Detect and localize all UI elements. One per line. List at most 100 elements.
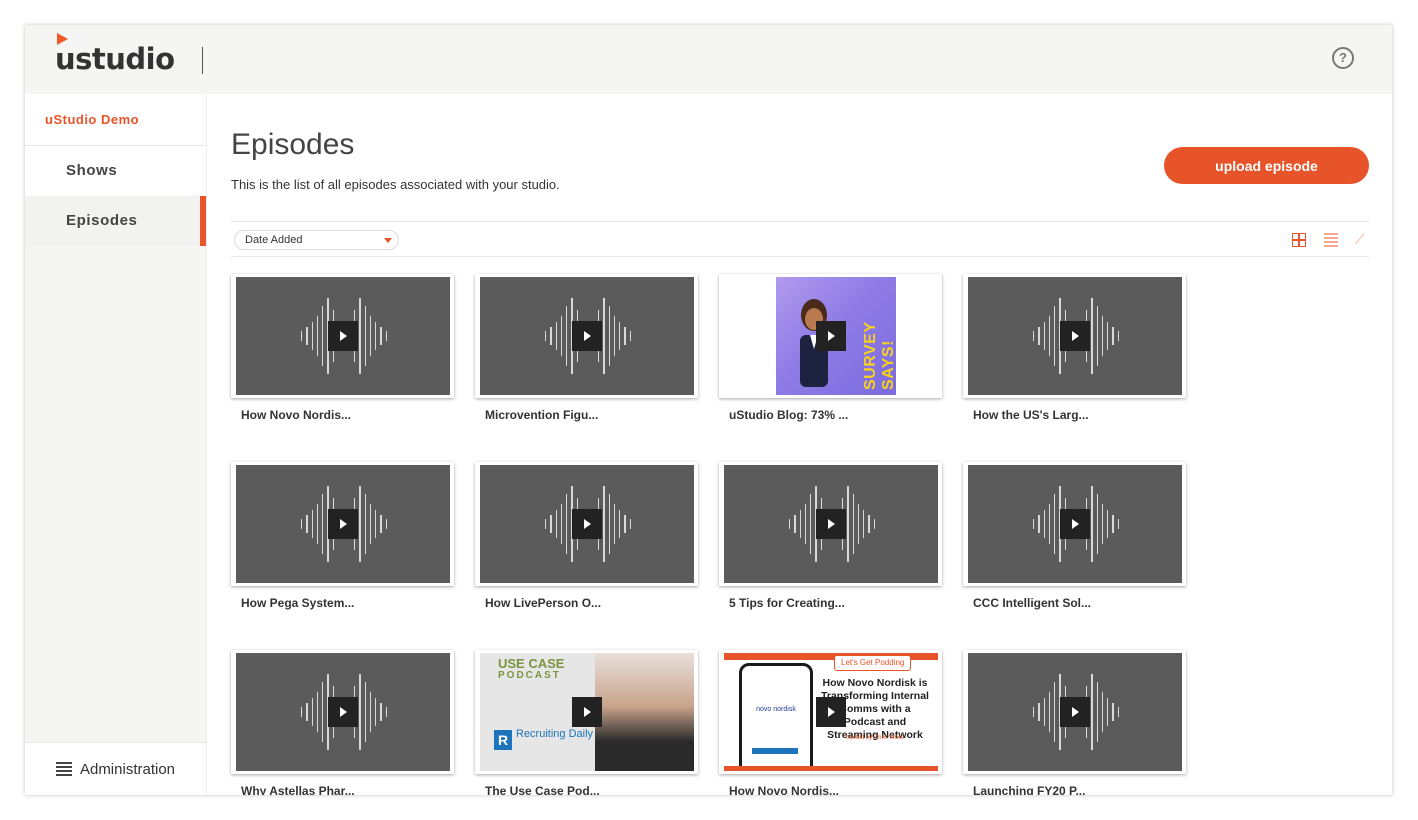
waveform-bar bbox=[1054, 306, 1056, 366]
waveform-bar bbox=[624, 515, 626, 533]
host-photo bbox=[595, 653, 694, 771]
upload-episode-button[interactable]: upload episode bbox=[1164, 147, 1369, 184]
audio-thumbnail bbox=[480, 465, 694, 583]
waveform-bar bbox=[613, 316, 616, 356]
waveform-bar bbox=[375, 322, 377, 350]
waveform-bar bbox=[603, 298, 605, 374]
waveform-bar bbox=[868, 515, 870, 533]
list-view-icon[interactable] bbox=[1324, 233, 1338, 247]
episode-card[interactable] bbox=[475, 462, 698, 586]
episode-title[interactable]: uStudio Blog: 73% ... bbox=[729, 408, 949, 422]
waveform-bar bbox=[555, 322, 557, 350]
episode-title[interactable]: Launching FY20 P... bbox=[973, 784, 1193, 795]
play-icon[interactable] bbox=[572, 697, 602, 727]
audio-thumbnail bbox=[968, 653, 1182, 771]
episode-card[interactable] bbox=[231, 650, 454, 774]
episode-card[interactable]: SURVEY SAYS! bbox=[719, 274, 942, 398]
episode-title[interactable]: The Use Case Pod... bbox=[485, 784, 705, 795]
audio-thumbnail bbox=[236, 277, 450, 395]
waveform-bar bbox=[560, 504, 563, 544]
episode-title[interactable]: How Novo Nordis... bbox=[241, 408, 461, 422]
waveform-bar bbox=[369, 692, 372, 732]
sidebar-item-shows[interactable]: Shows bbox=[25, 146, 206, 197]
waveform-bar bbox=[799, 510, 801, 538]
episode-card[interactable] bbox=[475, 274, 698, 398]
episode-title[interactable]: CCC Intelligent Sol... bbox=[973, 596, 1193, 610]
episode-card[interactable] bbox=[963, 274, 1186, 398]
waveform-bar bbox=[1054, 682, 1056, 742]
episode-title[interactable]: 5 Tips for Creating... bbox=[729, 596, 949, 610]
waveform-bar bbox=[359, 486, 361, 562]
waveform-bar bbox=[364, 306, 366, 366]
waveform-bar bbox=[1033, 519, 1035, 529]
audio-thumbnail bbox=[968, 277, 1182, 395]
play-icon[interactable] bbox=[1060, 321, 1090, 351]
audio-thumbnail bbox=[724, 465, 938, 583]
phone-button bbox=[752, 748, 798, 754]
waveform-bar bbox=[1112, 703, 1114, 721]
waveform-bar bbox=[619, 510, 621, 538]
waveform-bar bbox=[1091, 486, 1093, 562]
episode-title[interactable]: How LivePerson O... bbox=[485, 596, 705, 610]
play-icon[interactable] bbox=[572, 321, 602, 351]
play-icon[interactable] bbox=[328, 509, 358, 539]
novo-nordisk-logo: novo nordisk bbox=[756, 706, 796, 713]
play-icon[interactable] bbox=[816, 321, 846, 351]
play-icon[interactable] bbox=[328, 697, 358, 727]
sidebar-item-administration[interactable]: Administration bbox=[25, 742, 206, 795]
main-content: Episodes This is the list of all episode… bbox=[231, 94, 1392, 795]
help-circle-icon[interactable]: ? bbox=[1332, 47, 1354, 69]
waveform-bar bbox=[380, 327, 382, 345]
waveform-bar bbox=[364, 682, 366, 742]
episode-title[interactable]: Why Astellas Phar... bbox=[241, 784, 461, 795]
waveform-bar bbox=[306, 703, 308, 721]
episode-card[interactable] bbox=[719, 462, 942, 586]
waveform-bar bbox=[1048, 504, 1051, 544]
phone-image: novo nordisk bbox=[739, 663, 813, 771]
ustudio-logo[interactable]: ustudio bbox=[55, 33, 175, 79]
play-icon[interactable] bbox=[1060, 697, 1090, 727]
sidebar-item-episodes[interactable]: Episodes bbox=[25, 196, 206, 246]
use-case-title: USE CASE bbox=[498, 656, 565, 671]
grid-view-icon[interactable] bbox=[1292, 233, 1306, 247]
waveform-bar bbox=[301, 519, 303, 529]
episode-title[interactable]: How the US's Larg... bbox=[973, 408, 1193, 422]
audio-thumbnail bbox=[236, 465, 450, 583]
waveform-bar bbox=[306, 515, 308, 533]
waveform-bar bbox=[375, 510, 377, 538]
episode-card[interactable] bbox=[963, 462, 1186, 586]
app-window: ustudio ? uStudio Demo Shows Episodes Ad… bbox=[25, 25, 1392, 795]
waveform-bar bbox=[380, 515, 382, 533]
waveform-bar bbox=[322, 494, 324, 554]
waveform-bar bbox=[619, 322, 621, 350]
divider bbox=[231, 256, 1369, 257]
studio-name[interactable]: uStudio Demo bbox=[25, 94, 206, 146]
host-credit: hosted by Chris Moss bbox=[846, 735, 904, 741]
episode-card[interactable] bbox=[231, 462, 454, 586]
waveform-bar bbox=[385, 519, 388, 529]
waveform-bar bbox=[857, 504, 860, 544]
sort-select[interactable]: Date Added bbox=[234, 230, 399, 250]
waveform-bar bbox=[873, 519, 876, 529]
episode-title[interactable]: Microvention Figu... bbox=[485, 408, 705, 422]
sidebar: uStudio Demo Shows Episodes Administrati… bbox=[25, 94, 207, 795]
survey-text: SURVEY SAYS! bbox=[862, 321, 897, 390]
waveform-bar bbox=[364, 494, 366, 554]
waveform-bar bbox=[322, 682, 324, 742]
episode-card[interactable]: novo nordisk Let's Get Podding How Novo … bbox=[719, 650, 942, 774]
play-icon[interactable] bbox=[816, 697, 846, 727]
play-icon[interactable] bbox=[572, 509, 602, 539]
episode-title[interactable]: How Pega System... bbox=[241, 596, 461, 610]
analytics-icon[interactable]: ⟋ bbox=[1355, 231, 1365, 248]
episode-card[interactable]: USE CASE PODCAST R Recruiting Daily bbox=[475, 650, 698, 774]
waveform-bar bbox=[608, 306, 610, 366]
waveform-bar bbox=[1033, 707, 1035, 717]
waveform-bar bbox=[852, 494, 854, 554]
episode-title[interactable]: How Novo Nordis... bbox=[729, 784, 949, 795]
play-icon[interactable] bbox=[1060, 509, 1090, 539]
episode-card[interactable] bbox=[963, 650, 1186, 774]
page-title: Episodes bbox=[231, 128, 355, 161]
play-icon[interactable] bbox=[328, 321, 358, 351]
episode-card[interactable] bbox=[231, 274, 454, 398]
play-icon[interactable] bbox=[816, 509, 846, 539]
